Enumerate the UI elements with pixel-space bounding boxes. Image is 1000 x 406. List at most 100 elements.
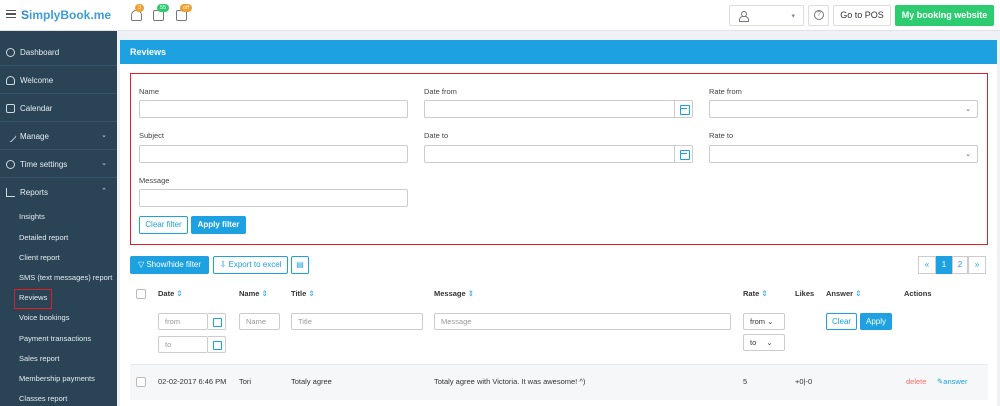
pager-prev[interactable]: « bbox=[918, 256, 936, 274]
col-header-likes: Likes bbox=[795, 289, 815, 298]
clear-filter-button[interactable]: Clear filter bbox=[139, 216, 188, 234]
reviews-panel: Reviews Name Date from Rate from ⌄ Subje… bbox=[120, 40, 997, 406]
rate-to-select[interactable]: ⌄ bbox=[709, 145, 978, 163]
sidebar-item-label: Welcome bbox=[20, 76, 54, 85]
rate-to-label: Rate to bbox=[709, 131, 734, 140]
answer-link-label: answer bbox=[943, 377, 968, 386]
col-header-label: Name bbox=[239, 289, 260, 298]
name-column-filter[interactable]: Name bbox=[239, 313, 280, 330]
sidebar-item-reports[interactable]: Reports ⌃ bbox=[0, 179, 117, 206]
logo-text: implyBook.me bbox=[29, 8, 112, 22]
sidebar-sub-client-report[interactable]: Client report bbox=[19, 253, 60, 262]
col-header-label: Rate bbox=[743, 289, 760, 298]
sidebar-sub-payment-transactions[interactable]: Payment transactions bbox=[19, 334, 91, 343]
col-header-rate[interactable]: Rate ⇕ bbox=[743, 289, 768, 298]
sort-icon: ⇕ bbox=[855, 289, 862, 298]
chevron-down-icon: ⌄ bbox=[101, 132, 107, 139]
go-to-pos-button[interactable]: Go to POS bbox=[833, 5, 891, 26]
sidebar-item-dashboard[interactable]: Dashboard bbox=[0, 39, 117, 66]
user-icon bbox=[739, 11, 749, 22]
subject-filter-input[interactable] bbox=[139, 145, 408, 163]
date-to-column-filter[interactable]: to bbox=[158, 336, 208, 353]
apply-filter-button[interactable]: Apply filter bbox=[191, 216, 246, 234]
col-header-answer[interactable]: Answer ⇕ bbox=[826, 289, 861, 298]
chevron-down-icon: ⌄ bbox=[767, 317, 774, 326]
pager-page-1[interactable]: 1 bbox=[936, 256, 952, 274]
calendar-badge: off bbox=[180, 4, 193, 12]
export-excel-button[interactable]: ⇩ Export to excel bbox=[213, 256, 288, 274]
date-from-column-filter[interactable]: from bbox=[158, 313, 208, 330]
sidebar-item-calendar[interactable]: Calendar bbox=[0, 95, 117, 122]
row-name: Tori bbox=[239, 377, 252, 386]
sidebar-sub-sales-report[interactable]: Sales report bbox=[19, 354, 59, 363]
delete-link[interactable]: delete bbox=[906, 377, 926, 386]
col-header-name[interactable]: Name ⇕ bbox=[239, 289, 268, 298]
tasks-badge: 55 bbox=[157, 4, 170, 12]
sidebar-item-manage[interactable]: Manage ⌄ bbox=[0, 123, 117, 150]
sidebar-sub-insights[interactable]: Insights bbox=[19, 212, 45, 221]
chevron-down-icon: ⌄ bbox=[965, 151, 971, 158]
title-column-filter[interactable]: Title bbox=[291, 313, 423, 330]
subject-label: Subject bbox=[139, 131, 165, 140]
column-clear-button[interactable]: Clear bbox=[826, 313, 857, 330]
row-checkbox[interactable] bbox=[136, 377, 146, 387]
answer-link[interactable]: ✎answer bbox=[937, 377, 967, 386]
calendar-icon[interactable] bbox=[208, 336, 226, 353]
sidebar-sub-voice-bookings[interactable]: Voice bookings bbox=[19, 313, 69, 322]
clock-icon bbox=[6, 160, 15, 169]
date-from-input[interactable] bbox=[424, 100, 693, 118]
sort-icon: ⇕ bbox=[761, 289, 768, 298]
dashboard-icon bbox=[6, 48, 15, 57]
col-header-label: Title bbox=[291, 289, 307, 298]
booking-website-button[interactable]: My booking website bbox=[895, 5, 994, 26]
chevron-up-icon: ⌃ bbox=[101, 188, 107, 195]
message-filter-input[interactable] bbox=[139, 189, 408, 207]
chart-icon bbox=[6, 188, 15, 197]
row-likes: +0|-0 bbox=[795, 377, 813, 386]
pager-page-2[interactable]: 2 bbox=[952, 256, 968, 274]
sidebar-sub-membership-payments[interactable]: Membership payments bbox=[19, 374, 95, 383]
calendar-icon[interactable] bbox=[674, 101, 692, 117]
bell-icon[interactable]: 3 bbox=[131, 4, 145, 21]
sidebar-item-welcome[interactable]: Welcome bbox=[0, 67, 117, 94]
user-menu-button[interactable]: ▾ bbox=[729, 5, 804, 26]
rate-from-select[interactable]: ⌄ bbox=[709, 100, 978, 118]
show-hide-filter-button[interactable]: ▽ Show/hide filter bbox=[130, 256, 209, 274]
filter-icon: ▽ bbox=[137, 260, 145, 269]
rate-from-value: from bbox=[750, 317, 765, 326]
sidebar-sub-detailed-report[interactable]: Detailed report bbox=[19, 233, 68, 242]
sidebar-item-label: Manage bbox=[20, 132, 49, 141]
rate-to-column-select[interactable]: to ⌄ bbox=[743, 334, 785, 351]
tasks-icon[interactable]: 55 bbox=[153, 4, 170, 21]
menu-icon[interactable] bbox=[6, 10, 16, 18]
select-all-checkbox[interactable] bbox=[136, 289, 146, 299]
active-item-highlight bbox=[14, 289, 52, 309]
calendar-icon[interactable] bbox=[208, 313, 226, 330]
sidebar-sub-sms-report[interactable]: SMS (text messages) report bbox=[19, 273, 112, 282]
col-header-message[interactable]: Message ⇕ bbox=[434, 289, 474, 298]
columns-toggle-button[interactable]: ▤ bbox=[291, 256, 309, 274]
name-filter-input[interactable] bbox=[139, 100, 408, 118]
row-date: 02-02-2017 6:46 PM bbox=[158, 377, 227, 386]
sidebar-sub-classes-report[interactable]: Classes report bbox=[19, 394, 67, 403]
export-icon: ⇩ bbox=[219, 260, 227, 269]
logo[interactable]: SimplyBook.me bbox=[21, 8, 111, 22]
date-to-label: Date to bbox=[424, 131, 449, 140]
rate-from-column-select[interactable]: from ⌄ bbox=[743, 313, 785, 330]
sidebar-item-time-settings[interactable]: Time settings ⌄ bbox=[0, 151, 117, 178]
col-header-actions: Actions bbox=[904, 289, 932, 298]
pager-next[interactable]: » bbox=[968, 256, 986, 274]
message-column-filter[interactable]: Message bbox=[434, 313, 731, 330]
date-to-input[interactable] bbox=[424, 145, 693, 163]
calendar-top-icon[interactable]: off bbox=[176, 4, 193, 21]
pencil-icon bbox=[4, 130, 17, 143]
col-header-label: Date bbox=[158, 289, 175, 298]
row-rate: 5 bbox=[743, 377, 748, 386]
col-header-title[interactable]: Title ⇕ bbox=[291, 289, 315, 298]
column-apply-button[interactable]: Apply bbox=[860, 313, 892, 330]
table-icon: ▤ bbox=[296, 260, 304, 269]
chevron-down-icon: ⌄ bbox=[101, 160, 107, 167]
col-header-date[interactable]: Date ⇕ bbox=[158, 289, 183, 298]
help-button[interactable]: ? bbox=[808, 5, 829, 26]
calendar-icon[interactable] bbox=[674, 146, 692, 162]
